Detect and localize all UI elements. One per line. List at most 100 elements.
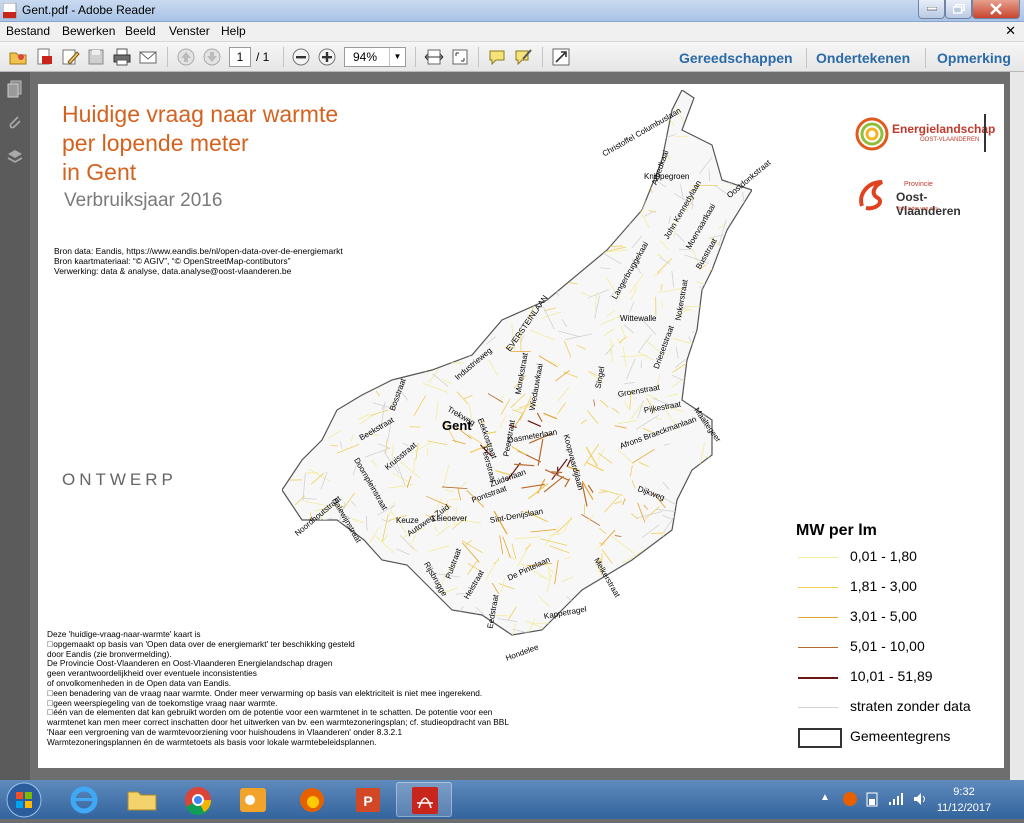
adobe-reader-taskbar-icon[interactable]	[396, 782, 452, 817]
chrome-icon[interactable]	[170, 782, 226, 817]
street-segment	[550, 246, 555, 261]
legend-item: Gemeentegrens	[796, 728, 1006, 758]
highlight-icon[interactable]	[513, 47, 533, 67]
street-segment	[352, 228, 368, 244]
start-button[interactable]	[6, 782, 42, 818]
edit-icon[interactable]	[60, 47, 80, 67]
street-segment	[584, 625, 603, 631]
street-segment	[691, 563, 707, 564]
zoom-out-icon[interactable]	[291, 47, 311, 67]
fit-page-icon[interactable]	[450, 47, 470, 67]
street-segment	[629, 206, 630, 217]
menu-bewerken[interactable]: Bewerken	[62, 24, 115, 38]
street-segment	[296, 571, 315, 582]
street-segment	[569, 229, 576, 232]
street-segment	[425, 322, 428, 335]
legend-item: 3,01 - 5,00	[796, 608, 1006, 638]
street-segment	[449, 239, 458, 241]
chevron-down-icon[interactable]: ▼	[389, 48, 405, 66]
comment-icon[interactable]	[487, 47, 507, 67]
street-segment	[734, 150, 735, 176]
menu-venster[interactable]: Venster	[169, 24, 210, 38]
street-segment	[474, 156, 479, 176]
save-icon[interactable]	[86, 47, 106, 67]
street-segment	[647, 614, 670, 620]
email-icon[interactable]	[138, 47, 158, 67]
legend-swatch	[798, 677, 838, 679]
network-icon[interactable]	[888, 792, 904, 806]
create-pdf-icon[interactable]	[34, 47, 54, 67]
street-segment	[453, 294, 467, 297]
street-segment	[305, 199, 325, 209]
street-segment	[477, 244, 492, 250]
battery-icon[interactable]	[866, 791, 878, 807]
street-segment	[360, 175, 370, 181]
file-explorer-icon[interactable]	[114, 782, 170, 817]
zoom-select[interactable]: 94% ▼	[344, 47, 406, 67]
street-segment	[696, 525, 705, 547]
street-segment	[666, 593, 672, 598]
internet-explorer-icon[interactable]	[56, 782, 112, 817]
street-segment	[721, 538, 733, 543]
layers-icon[interactable]	[6, 148, 24, 166]
firefox-icon[interactable]	[284, 782, 340, 817]
street-segment	[387, 296, 391, 315]
street-segment	[299, 426, 306, 429]
menu-help[interactable]: Help	[221, 24, 246, 38]
fullscreen-icon[interactable]	[551, 47, 571, 67]
page-thumbnails-icon[interactable]	[6, 80, 24, 98]
street-segment	[734, 498, 737, 510]
map-legend: MW per lm 0,01 - 1,80 1,81 - 3,00 3,01 -…	[796, 522, 1006, 758]
show-hidden-icons[interactable]: ▲	[820, 792, 830, 803]
street-segment	[485, 169, 504, 174]
window-title: Gent.pdf - Adobe Reader	[22, 3, 155, 17]
street-segment	[325, 313, 347, 315]
menu-bestand[interactable]: Bestand	[6, 24, 50, 38]
street-segment	[464, 232, 479, 254]
street-segment	[315, 216, 330, 224]
provincie-logo: Provincie Oost-Vlaanderen Voor ieder van…	[856, 176, 986, 216]
street-segment	[336, 286, 348, 304]
page-total: / 1	[256, 50, 269, 64]
zoom-in-icon[interactable]	[317, 47, 337, 67]
attachments-icon[interactable]	[6, 114, 24, 132]
street-segment	[727, 637, 740, 651]
page-number-input[interactable]: 1	[229, 47, 251, 67]
street-segment	[413, 287, 430, 302]
street-segment	[751, 98, 752, 99]
street-segment	[389, 288, 401, 298]
tools-link[interactable]: Gereedschappen	[679, 50, 793, 66]
street-segment	[677, 524, 687, 525]
print-icon[interactable]	[112, 47, 132, 67]
fit-width-icon[interactable]	[424, 47, 444, 67]
street-segment	[646, 643, 650, 660]
street-segment	[507, 171, 513, 185]
street-segment	[325, 348, 330, 353]
close-document-icon[interactable]: ✕	[1005, 23, 1016, 39]
street-segment	[717, 618, 737, 628]
street-segment	[454, 340, 474, 354]
street-segment	[726, 515, 747, 521]
vertical-scrollbar[interactable]	[1010, 72, 1024, 780]
comment-link[interactable]: Opmerking	[937, 50, 1011, 66]
open-icon[interactable]	[8, 47, 28, 67]
next-page-icon[interactable]	[202, 47, 222, 67]
street-segment	[568, 210, 586, 217]
street-segment	[283, 363, 290, 380]
street-segment	[282, 110, 299, 111]
clock[interactable]: 9:32 11/12/2017	[924, 784, 1004, 816]
street-segment	[509, 95, 530, 107]
maximize-button[interactable]	[945, 0, 972, 19]
firefox-tray-icon[interactable]	[842, 791, 858, 807]
street-segment	[721, 525, 726, 542]
menu-beeld[interactable]: Beeld	[125, 24, 156, 38]
street-segment	[529, 173, 550, 186]
minimize-button[interactable]	[918, 0, 945, 19]
close-button[interactable]	[972, 0, 1020, 19]
sign-link[interactable]: Ondertekenen	[816, 50, 910, 66]
street-segment	[513, 283, 526, 294]
previous-page-icon[interactable]	[176, 47, 196, 67]
outlook-icon[interactable]	[226, 782, 282, 817]
street-segment	[404, 197, 406, 203]
powerpoint-icon[interactable]: P	[340, 782, 396, 817]
